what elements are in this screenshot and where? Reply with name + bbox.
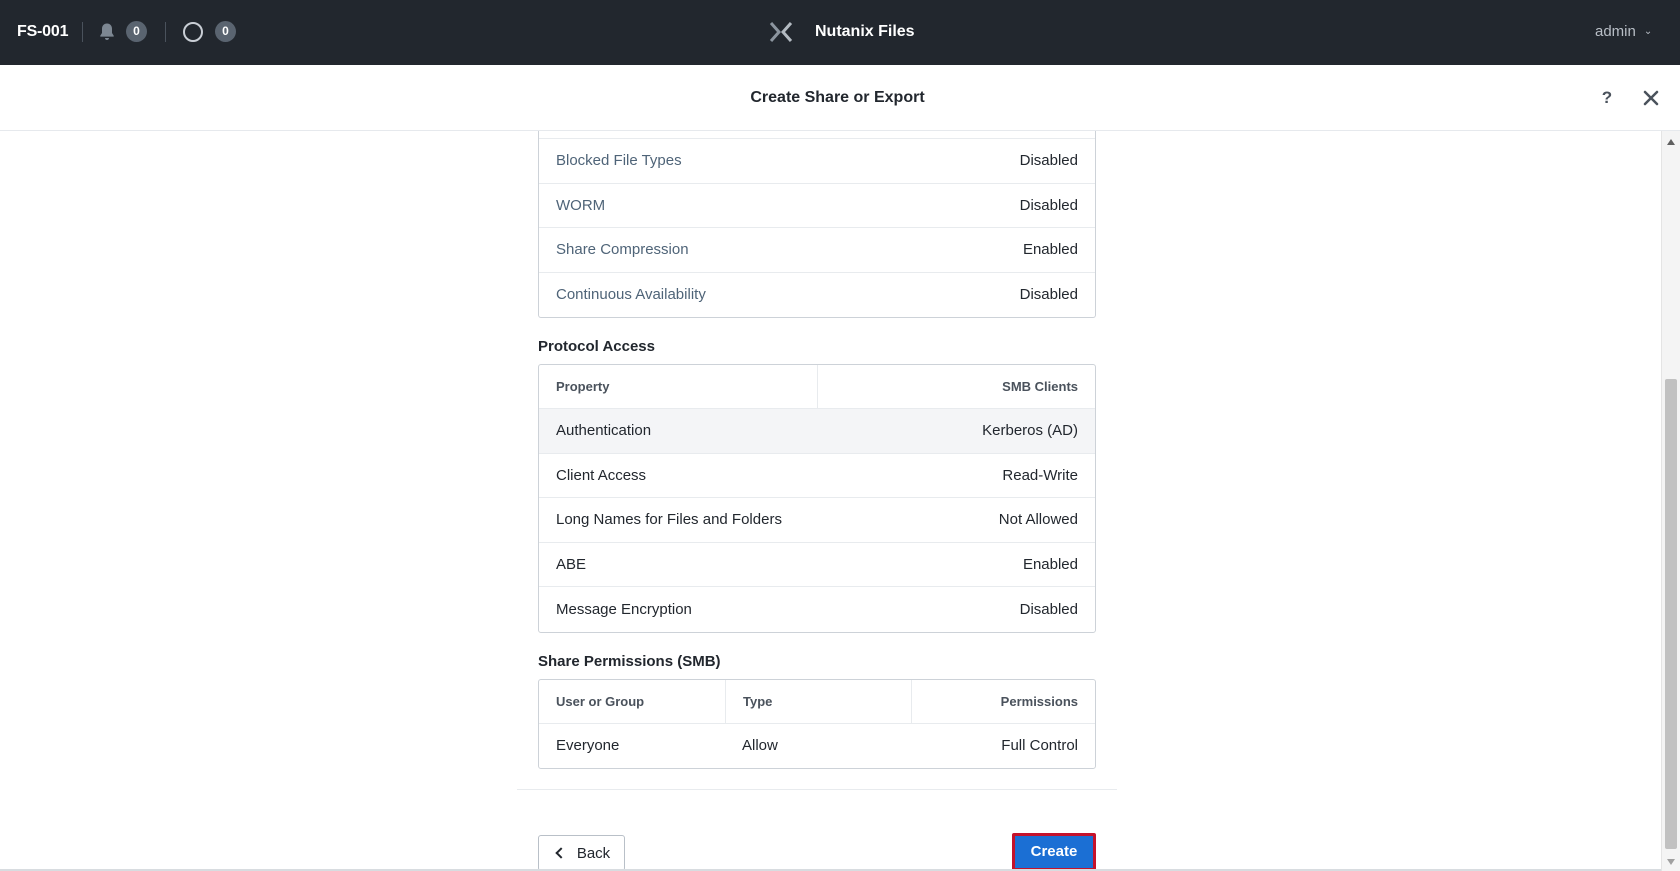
table-row: Authentication Kerberos (AD) <box>539 409 1095 454</box>
table-row: Message Encryption Disabled <box>539 587 1095 632</box>
table-row: Client Access Read-Write <box>539 454 1095 498</box>
top-navigation-bar: FS-001 0 0 Nutanix Files admin ⌄ <box>0 0 1680 65</box>
row-value: Enabled <box>1022 241 1078 259</box>
scrollbar[interactable] <box>1661 131 1680 871</box>
back-button-label: Back <box>576 844 611 862</box>
column-header-user-or-group: User or Group <box>556 693 645 709</box>
table-row: Share Compression Enabled <box>539 228 1095 273</box>
table-row: Continuous Availability Disabled <box>539 273 1095 318</box>
cluster-name[interactable]: FS-001 <box>17 0 68 65</box>
row-label: Authentication <box>556 422 652 440</box>
row-label: Long Names for Files and Folders <box>556 511 782 529</box>
scrollbar-thumb[interactable] <box>1665 379 1677 849</box>
row-label: ABE <box>556 555 587 573</box>
modal-header: Create Share or Export ? <box>0 65 1680 131</box>
column-header-property: Property <box>556 379 610 394</box>
protocol-access-table: Property SMB Clients Authentication Kerb… <box>538 364 1096 633</box>
alerts-count-badge[interactable]: 0 <box>126 21 147 42</box>
divider <box>82 22 83 42</box>
share-permissions-table: User or Group Type Permissions Everyone … <box>538 678 1096 769</box>
row-value: Not Allowed <box>998 511 1078 529</box>
scroll-down-arrow-icon[interactable] <box>1667 859 1675 865</box>
row-user: Everyone <box>556 737 620 755</box>
bell-icon[interactable] <box>99 22 115 42</box>
row-value: Disabled <box>1019 286 1078 304</box>
footer-divider <box>517 789 1117 790</box>
tasks-count-badge[interactable]: 0 <box>215 21 236 42</box>
table-header: User or Group Type Permissions <box>539 679 1095 724</box>
row-value: Disabled <box>1019 196 1078 214</box>
row-label: Share Compression <box>556 241 689 259</box>
back-button[interactable]: Back <box>538 835 625 871</box>
general-settings-table: Blocked File Types Disabled WORM Disable… <box>538 131 1096 318</box>
protocol-access-heading: Protocol Access <box>538 338 655 355</box>
user-name: admin <box>1595 23 1636 40</box>
modal-title: Create Share or Export <box>750 89 925 106</box>
table-row: ABE Enabled <box>539 543 1095 587</box>
column-header-smb-clients: SMB Clients <box>817 365 1095 408</box>
help-icon[interactable]: ? <box>1596 87 1618 109</box>
table-header: Property SMB Clients <box>539 365 1095 409</box>
create-button[interactable]: Create <box>1012 833 1096 871</box>
table-row: Everyone Allow Full Control <box>539 724 1095 769</box>
row-type: Allow <box>742 737 778 755</box>
row-label: WORM <box>556 196 606 214</box>
row-label: Client Access <box>556 466 647 484</box>
review-content: Blocked File Types Disabled WORM Disable… <box>538 131 1096 769</box>
row-label: Continuous Availability <box>556 286 706 304</box>
table-row: Long Names for Files and Folders Not All… <box>539 498 1095 543</box>
row-value: Read-Write <box>1002 466 1078 484</box>
divider <box>165 22 166 42</box>
close-icon[interactable] <box>1640 87 1662 109</box>
share-permissions-heading: Share Permissions (SMB) <box>538 652 721 670</box>
nutanix-x-logo-icon <box>769 22 793 42</box>
app-title: Nutanix Files <box>815 23 915 40</box>
column-header-type: Type <box>725 679 911 723</box>
row-value: Disabled <box>1019 600 1078 618</box>
scroll-up-arrow-icon[interactable] <box>1667 139 1675 145</box>
table-row-partial <box>539 131 1095 139</box>
table-row: Blocked File Types Disabled <box>539 139 1095 184</box>
table-row: WORM Disabled <box>539 184 1095 228</box>
user-menu[interactable]: admin ⌄ <box>1595 0 1652 65</box>
row-value: Kerberos (AD) <box>982 422 1078 440</box>
row-permissions: Full Control <box>1001 737 1078 755</box>
row-value: Disabled <box>1019 152 1078 170</box>
tasks-ring-icon[interactable] <box>183 22 203 42</box>
row-value: Enabled <box>1022 555 1078 573</box>
chevron-down-icon: ⌄ <box>1643 26 1653 37</box>
row-label: Blocked File Types <box>556 152 682 170</box>
chevron-left-icon <box>555 847 567 859</box>
column-header-permissions: Permissions <box>911 679 1095 723</box>
row-label: Message Encryption <box>556 600 692 618</box>
